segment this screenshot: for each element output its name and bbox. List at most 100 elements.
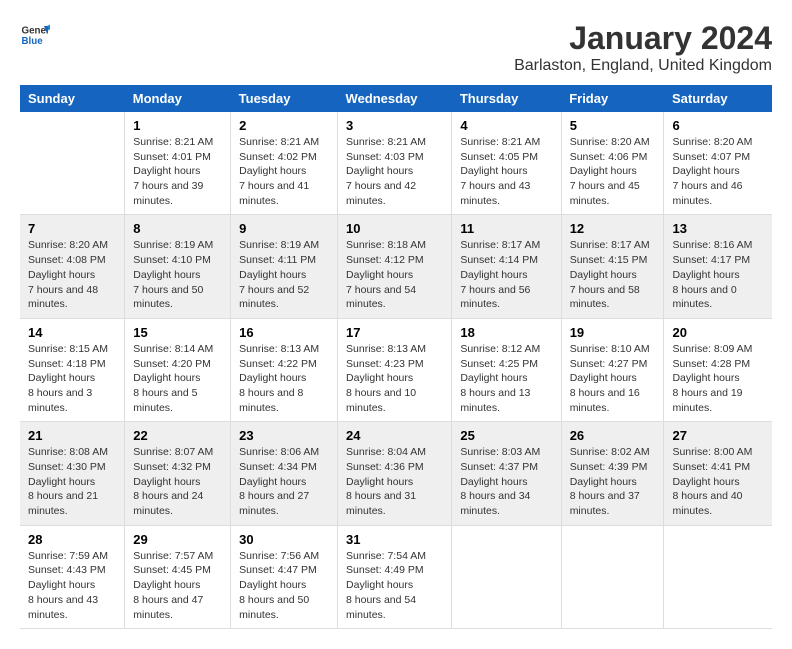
svg-text:Blue: Blue [22, 36, 44, 47]
day-number: 18 [460, 325, 552, 340]
calendar-cell [664, 525, 772, 628]
calendar-cell [20, 112, 125, 215]
day-info: Sunrise: 8:17 AMSunset: 4:14 PMDaylight … [460, 238, 552, 311]
day-number: 28 [28, 532, 116, 547]
day-number: 17 [346, 325, 443, 340]
logo-icon: General Blue [20, 20, 50, 50]
day-number: 21 [28, 428, 116, 443]
day-info: Sunrise: 8:21 AMSunset: 4:02 PMDaylight … [239, 135, 329, 208]
day-number: 14 [28, 325, 116, 340]
day-number: 30 [239, 532, 329, 547]
day-info: Sunrise: 8:02 AMSunset: 4:39 PMDaylight … [570, 445, 656, 518]
day-number: 25 [460, 428, 552, 443]
calendar-cell: 13Sunrise: 8:16 AMSunset: 4:17 PMDayligh… [664, 215, 772, 318]
day-number: 7 [28, 221, 116, 236]
calendar-cell: 3 Sunrise: 8:21 AMSunset: 4:03 PMDaylight… [338, 112, 452, 215]
calendar-cell: 23 Sunrise: 8:06 AMSunset: 4:34 PMDayligh… [231, 422, 338, 525]
calendar-cell: 12 Sunrise: 8:17 AMSunset: 4:15 PMDayligh… [561, 215, 664, 318]
day-info: Sunrise: 8:15 AMSunset: 4:18 PMDaylight … [28, 342, 116, 415]
calendar-cell: 4 Sunrise: 8:21 AMSunset: 4:05 PMDaylight… [452, 112, 561, 215]
calendar-cell: 26 Sunrise: 8:02 AMSunset: 4:39 PMDayligh… [561, 422, 664, 525]
day-number: 26 [570, 428, 656, 443]
calendar-cell: 22 Sunrise: 8:07 AMSunset: 4:32 PMDayligh… [125, 422, 231, 525]
calendar-cell: 16Sunrise: 8:13 AMSunset: 4:22 PMDayligh… [231, 318, 338, 421]
main-title: January 2024 [514, 20, 772, 57]
header: General Blue January 2024 Barlaston, Eng… [20, 20, 772, 75]
week-row-2: 7 Sunrise: 8:20 AMSunset: 4:08 PMDaylight… [20, 215, 772, 318]
day-info: Sunrise: 8:10 AMSunset: 4:27 PMDaylight … [570, 342, 656, 415]
day-info: Sunrise: 8:21 AMSunset: 4:03 PMDaylight … [346, 135, 443, 208]
day-info: Sunrise: 8:03 AMSunset: 4:37 PMDaylight … [460, 445, 552, 518]
day-number: 10 [346, 221, 443, 236]
day-number: 8 [133, 221, 222, 236]
header-day-tuesday: Tuesday [231, 85, 338, 112]
header-day-thursday: Thursday [452, 85, 561, 112]
day-info: Sunrise: 8:20 AMSunset: 4:08 PMDaylight … [28, 238, 116, 311]
calendar-cell: 17 Sunrise: 8:13 AMSunset: 4:23 PMDayligh… [338, 318, 452, 421]
calendar-cell: 24Sunrise: 8:04 AMSunset: 4:36 PMDayligh… [338, 422, 452, 525]
logo: General Blue [20, 20, 50, 50]
day-info: Sunrise: 8:21 AMSunset: 4:01 PMDaylight … [133, 135, 222, 208]
header-day-monday: Monday [125, 85, 231, 112]
calendar-cell: 19 Sunrise: 8:10 AMSunset: 4:27 PMDayligh… [561, 318, 664, 421]
day-number: 11 [460, 221, 552, 236]
week-row-5: 28 Sunrise: 7:59 AMSunset: 4:43 PMDayligh… [20, 525, 772, 628]
calendar-cell: 25 Sunrise: 8:03 AMSunset: 4:37 PMDayligh… [452, 422, 561, 525]
day-info: Sunrise: 8:21 AMSunset: 4:05 PMDaylight … [460, 135, 552, 208]
day-info: Sunrise: 8:06 AMSunset: 4:34 PMDaylight … [239, 445, 329, 518]
day-number: 22 [133, 428, 222, 443]
header-day-saturday: Saturday [664, 85, 772, 112]
day-number: 5 [570, 118, 656, 133]
day-info: Sunrise: 8:20 AMSunset: 4:06 PMDaylight … [570, 135, 656, 208]
day-number: 4 [460, 118, 552, 133]
day-number: 9 [239, 221, 329, 236]
day-number: 23 [239, 428, 329, 443]
calendar-cell: 28 Sunrise: 7:59 AMSunset: 4:43 PMDayligh… [20, 525, 125, 628]
header-day-friday: Friday [561, 85, 664, 112]
day-number: 29 [133, 532, 222, 547]
day-info: Sunrise: 8:09 AMSunset: 4:28 PMDaylight … [672, 342, 764, 415]
day-info: Sunrise: 7:57 AMSunset: 4:45 PMDaylight … [133, 549, 222, 622]
day-number: 24 [346, 428, 443, 443]
day-number: 13 [672, 221, 764, 236]
calendar-cell: 9 Sunrise: 8:19 AMSunset: 4:11 PMDaylight… [231, 215, 338, 318]
header-day-sunday: Sunday [20, 85, 125, 112]
calendar-cell: 27Sunrise: 8:00 AMSunset: 4:41 PMDayligh… [664, 422, 772, 525]
week-row-1: 1 Sunrise: 8:21 AMSunset: 4:01 PMDaylight… [20, 112, 772, 215]
day-info: Sunrise: 8:12 AMSunset: 4:25 PMDaylight … [460, 342, 552, 415]
day-info: Sunrise: 7:56 AMSunset: 4:47 PMDaylight … [239, 549, 329, 622]
calendar-header-row: SundayMondayTuesdayWednesdayThursdayFrid… [20, 85, 772, 112]
day-info: Sunrise: 7:54 AMSunset: 4:49 PMDaylight … [346, 549, 443, 622]
day-number: 15 [133, 325, 222, 340]
calendar-cell [561, 525, 664, 628]
day-info: Sunrise: 8:13 AMSunset: 4:23 PMDaylight … [346, 342, 443, 415]
calendar-cell: 18 Sunrise: 8:12 AMSunset: 4:25 PMDayligh… [452, 318, 561, 421]
day-number: 3 [346, 118, 443, 133]
calendar-cell: 7 Sunrise: 8:20 AMSunset: 4:08 PMDaylight… [20, 215, 125, 318]
calendar-cell: 29 Sunrise: 7:57 AMSunset: 4:45 PMDayligh… [125, 525, 231, 628]
calendar-cell [452, 525, 561, 628]
header-day-wednesday: Wednesday [338, 85, 452, 112]
day-number: 1 [133, 118, 222, 133]
calendar-cell: 14 Sunrise: 8:15 AMSunset: 4:18 PMDayligh… [20, 318, 125, 421]
day-number: 19 [570, 325, 656, 340]
day-number: 31 [346, 532, 443, 547]
calendar-cell: 6Sunrise: 8:20 AMSunset: 4:07 PMDaylight… [664, 112, 772, 215]
calendar-cell: 30 Sunrise: 7:56 AMSunset: 4:47 PMDayligh… [231, 525, 338, 628]
day-number: 2 [239, 118, 329, 133]
subtitle: Barlaston, England, United Kingdom [514, 57, 772, 75]
calendar-cell: 21 Sunrise: 8:08 AMSunset: 4:30 PMDayligh… [20, 422, 125, 525]
calendar-cell: 10Sunrise: 8:18 AMSunset: 4:12 PMDayligh… [338, 215, 452, 318]
day-info: Sunrise: 8:08 AMSunset: 4:30 PMDaylight … [28, 445, 116, 518]
day-number: 6 [672, 118, 764, 133]
day-info: Sunrise: 8:17 AMSunset: 4:15 PMDaylight … [570, 238, 656, 311]
day-number: 12 [570, 221, 656, 236]
day-info: Sunrise: 8:19 AMSunset: 4:11 PMDaylight … [239, 238, 329, 311]
calendar-cell: 31 Sunrise: 7:54 AMSunset: 4:49 PMDayligh… [338, 525, 452, 628]
day-info: Sunrise: 7:59 AMSunset: 4:43 PMDaylight … [28, 549, 116, 622]
calendar-cell: 8Sunrise: 8:19 AMSunset: 4:10 PMDaylight… [125, 215, 231, 318]
calendar-cell: 5 Sunrise: 8:20 AMSunset: 4:06 PMDaylight… [561, 112, 664, 215]
day-number: 27 [672, 428, 764, 443]
day-number: 20 [672, 325, 764, 340]
day-info: Sunrise: 8:07 AMSunset: 4:32 PMDaylight … [133, 445, 222, 518]
